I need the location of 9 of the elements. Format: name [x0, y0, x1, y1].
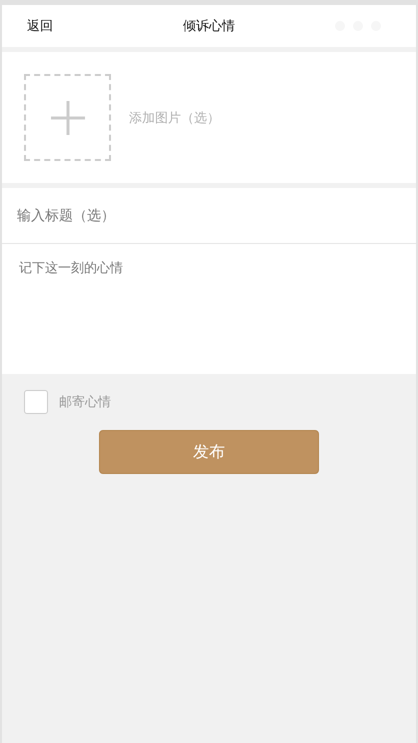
add-image-label: 添加图片（选） — [129, 110, 220, 126]
add-image-button[interactable] — [24, 74, 111, 161]
plus-icon — [50, 100, 84, 134]
back-button[interactable]: 返回 — [27, 17, 53, 35]
page-title: 倾诉心情 — [183, 18, 235, 35]
content-field[interactable]: 记下这一刻的心情 — [2, 244, 416, 374]
mail-option-label: 邮寄心情 — [59, 394, 111, 411]
title-field[interactable]: 输入标题（选） — [2, 188, 416, 244]
mail-checkbox[interactable] — [24, 390, 48, 414]
